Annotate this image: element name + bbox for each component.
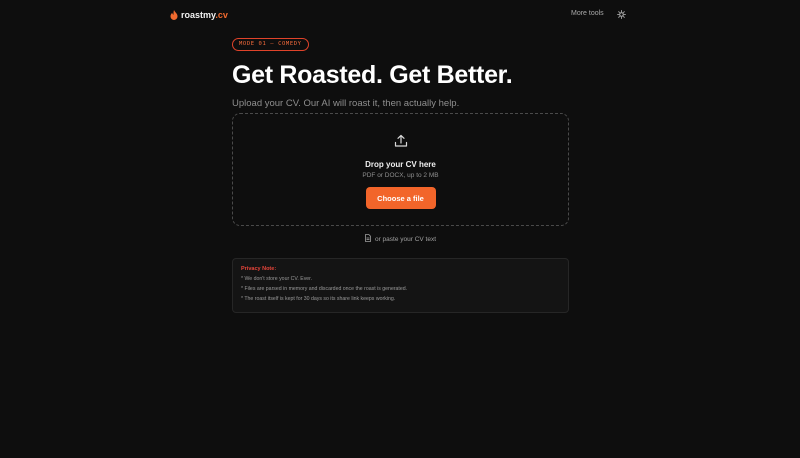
logo-suffix: .cv [215,10,228,20]
cv-dropzone[interactable]: Drop your CV here PDF or DOCX, up to 2 M… [232,113,569,226]
top-bar: roastmy.cv More tools [0,0,800,30]
sun-icon [616,6,626,24]
paste-link-label: or paste your CV text [374,235,437,243]
theme-toggle-button[interactable] [616,10,626,20]
privacy-note-title: Privacy Note: [241,266,277,272]
dropzone-hint: PDF or DOCX, up to 2 MB [362,172,439,179]
page-subtitle: Upload your CV. Our AI will roast it, th… [232,98,460,109]
privacy-line: * The roast itself is kept for 30 days s… [241,296,396,302]
logo[interactable]: roastmy.cv [170,8,228,22]
flame-icon [170,10,178,20]
main-content: MODE 01 — COMEDY Get Roasted. Get Better… [232,32,569,313]
mode-badge: MODE 01 — COMEDY [232,38,309,51]
upload-icon [394,134,408,153]
privacy-line: * Files are parsed in memory and discard… [241,286,408,292]
more-tools-link[interactable]: More tools [571,10,604,17]
privacy-note: Privacy Note: * We don't store your CV. … [232,258,569,313]
document-icon [365,234,371,244]
page-title: Get Roasted. Get Better. [232,61,513,89]
logo-text: roastmy.cv [181,10,228,20]
paste-cv-text-link[interactable]: or paste your CV text [232,234,569,244]
dropzone-title: Drop your CV here [365,160,436,169]
logo-prefix: roastmy [181,10,216,20]
privacy-line: * We don't store your CV. Ever. [241,276,313,282]
choose-file-button[interactable]: Choose a file [365,187,436,209]
